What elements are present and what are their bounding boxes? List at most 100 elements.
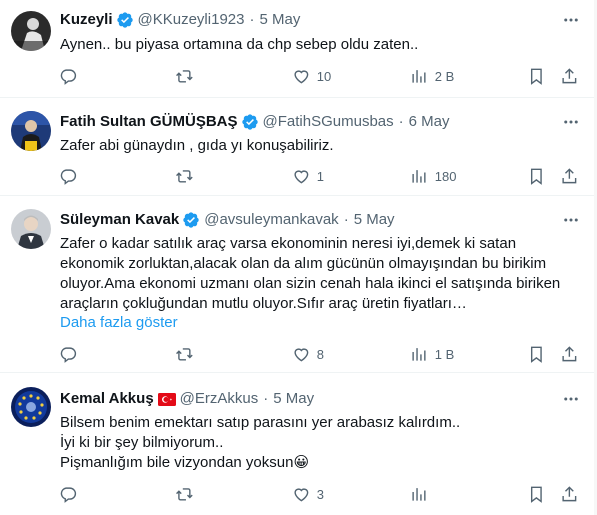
share-button[interactable]: [560, 166, 579, 186]
retweet-icon: [176, 347, 193, 361]
display-name[interactable]: Kemal Akkuş: [60, 389, 154, 409]
separator: ·: [263, 390, 269, 407]
retweet-icon: [176, 487, 193, 501]
verified-badge-icon: [116, 12, 133, 28]
like-button[interactable]: 1: [292, 166, 324, 186]
tweet-text-line: Zafer abi günaydın , gıda yı konuşabilir…: [60, 137, 334, 154]
bookmark-icon: [530, 168, 542, 185]
display-name[interactable]: Süleyman Kavak: [60, 210, 179, 230]
bookmark-button[interactable]: [527, 484, 546, 504]
retweet-icon: [176, 69, 193, 83]
share-button[interactable]: [560, 66, 579, 86]
views-icon: [412, 487, 426, 501]
timestamp[interactable]: 5 May: [259, 10, 300, 30]
tweet-text-line: Aynen.. bu piyasa ortamına da chp sebep …: [60, 36, 419, 53]
display-name[interactable]: Kuzeyli: [60, 10, 113, 30]
avatar[interactable]: [11, 11, 51, 51]
tweet-header: Kuzeyli @KKuzeyli1923 · 5 May: [60, 10, 300, 30]
view-count: 1 B: [434, 346, 455, 362]
reply-icon: [60, 347, 77, 363]
verified-badge-icon: [183, 212, 199, 228]
reply-icon: [60, 69, 77, 85]
views-button[interactable]: 1 B: [410, 344, 454, 364]
reply-button[interactable]: [59, 66, 84, 86]
tweet-header: Süleyman Kavak @avsuleymankavak · 5 May: [60, 210, 395, 230]
tweet-4[interactable]: Kemal Akkuş @ErzAkkus · 5 May Bilsem ben…: [0, 373, 597, 515]
heart-icon: [294, 348, 309, 362]
like-count: 1: [316, 168, 324, 184]
like-count: 10: [316, 68, 332, 84]
bookmark-icon: [530, 68, 542, 85]
tweet-3[interactable]: Süleyman Kavak @avsuleymankavak · 5 May …: [0, 196, 597, 372]
more-icon[interactable]: [561, 389, 581, 409]
bookmark-button[interactable]: [527, 66, 546, 86]
share-button[interactable]: [560, 344, 579, 364]
more-icon[interactable]: [561, 210, 581, 230]
action-bar: 3: [0, 484, 597, 504]
tweet-1[interactable]: Kuzeyli @KKuzeyli1923 · 5 May Aynen.. bu…: [0, 0, 597, 97]
tweet-header: Fatih Sultan GÜMÜŞBAŞ @FatihSGumusbas · …: [60, 112, 450, 132]
share-icon: [562, 167, 577, 183]
share-icon: [562, 485, 577, 501]
views-button[interactable]: [410, 484, 435, 504]
action-bar: 1 180: [0, 166, 597, 186]
tweet-text-line: Zafer o kadar satılık araç varsa ekonomi…: [60, 235, 517, 252]
views-button[interactable]: 2 B: [410, 66, 454, 86]
avatar[interactable]: [11, 111, 51, 151]
views-icon: [412, 69, 426, 83]
like-button[interactable]: 10: [292, 66, 331, 86]
reply-button[interactable]: [59, 166, 84, 186]
timestamp[interactable]: 6 May: [409, 112, 450, 132]
tweet-2[interactable]: Fatih Sultan GÜMÜŞBAŞ @FatihSGumusbas · …: [0, 98, 597, 195]
handle[interactable]: @FatihSGumusbas: [263, 112, 394, 132]
retweet-icon: [176, 169, 193, 183]
tweet-text: Aynen.. bu piyasa ortamına da chp sebep …: [60, 35, 580, 55]
like-button[interactable]: 8: [292, 344, 324, 364]
like-count: 8: [316, 346, 324, 362]
show-more-link[interactable]: Daha fazla göster: [60, 313, 178, 333]
tweet-text-line: oluyor.Ama ekonomi uzmanı olan sizin cen…: [60, 275, 561, 292]
separator: ·: [398, 113, 404, 130]
handle[interactable]: @ErzAkkus: [180, 389, 259, 409]
tweet-text: Bilsem benim emektarı satıp parasını yer…: [60, 413, 580, 473]
turkey-flag-icon: [157, 392, 176, 406]
tweet-text-line: Pişmanlığım bile vizyondan yoksun😀: [60, 454, 310, 471]
bookmark-icon: [530, 346, 542, 363]
view-count: 180: [434, 168, 457, 184]
timestamp[interactable]: 5 May: [354, 210, 395, 230]
like-button[interactable]: 3: [292, 484, 324, 504]
retweet-button[interactable]: [175, 166, 200, 186]
display-name[interactable]: Fatih Sultan GÜMÜŞBAŞ: [60, 112, 238, 132]
verified-badge-icon: [241, 114, 258, 130]
separator: ·: [249, 11, 255, 28]
retweet-button[interactable]: [175, 66, 200, 86]
handle[interactable]: @avsuleymankavak: [204, 210, 338, 230]
timestamp[interactable]: 5 May: [273, 389, 314, 409]
bookmark-button[interactable]: [527, 166, 546, 186]
bookmark-button[interactable]: [527, 344, 546, 364]
tweet-text-line: Bilsem benim emektarı satıp parasını yer…: [60, 414, 461, 431]
tweet-header: Kemal Akkuş @ErzAkkus · 5 May: [60, 389, 314, 409]
action-bar: 8 1 B: [0, 344, 597, 364]
reply-icon: [60, 169, 77, 185]
reply-icon: [60, 487, 77, 503]
share-button[interactable]: [560, 484, 579, 504]
share-icon: [562, 345, 577, 361]
like-count: 3: [316, 486, 324, 502]
retweet-button[interactable]: [175, 344, 200, 364]
avatar[interactable]: [11, 209, 51, 249]
retweet-button[interactable]: [175, 484, 200, 504]
tweet-text-line: ekonomik zorluktan,alacak olan da alım g…: [60, 255, 547, 272]
reply-button[interactable]: [59, 484, 84, 504]
avatar[interactable]: [11, 387, 51, 427]
reply-button[interactable]: [59, 344, 84, 364]
views-icon: [412, 169, 426, 183]
more-icon[interactable]: [561, 10, 581, 30]
separator: ·: [343, 211, 349, 228]
views-icon: [412, 347, 426, 361]
more-icon[interactable]: [561, 112, 581, 132]
views-button[interactable]: 180: [410, 166, 456, 186]
handle[interactable]: @KKuzeyli1923: [138, 10, 245, 30]
tweet-text: Zafer abi günaydın , gıda yı konuşabilir…: [60, 136, 580, 156]
tweet-text-line: İyi ki bir şey bilmiyorum..: [60, 434, 224, 451]
